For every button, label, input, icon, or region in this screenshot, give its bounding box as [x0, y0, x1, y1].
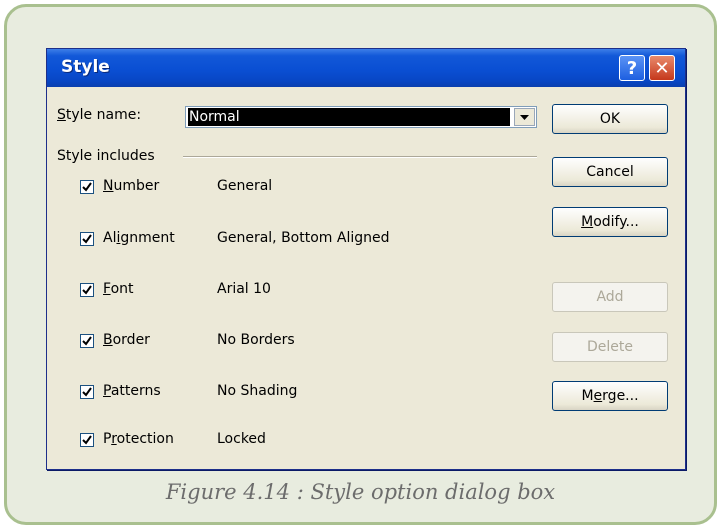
checkmark-icon: [82, 387, 92, 397]
patterns-checkbox[interactable]: [80, 385, 94, 399]
close-button[interactable]: ✕: [649, 55, 675, 81]
style-dialog: Style ? ✕ Style name: Normal Style inclu…: [46, 48, 686, 470]
patterns-rest: atterns: [110, 383, 161, 399]
ok-button[interactable]: OK: [552, 104, 668, 134]
font-checkbox[interactable]: [80, 283, 94, 297]
checkmark-icon: [82, 285, 92, 295]
delete-label: Delete: [587, 339, 633, 355]
merge-pre: M: [581, 388, 594, 404]
font-accel: F: [103, 281, 111, 297]
font-label: Font: [103, 281, 134, 297]
modify-rest: odify...: [593, 214, 639, 230]
protection-rest: otection: [116, 431, 174, 447]
border-rest: order: [112, 332, 150, 348]
cancel-label: Cancel: [586, 164, 634, 180]
alignment-checkbox[interactable]: [80, 232, 94, 246]
border-accel: B: [103, 332, 113, 348]
font-rest: ont: [110, 281, 134, 297]
font-value: Arial 10: [217, 281, 271, 297]
protection-value: Locked: [217, 431, 266, 447]
cancel-button[interactable]: Cancel: [552, 157, 668, 187]
style-name-label: Style name:: [57, 107, 141, 123]
style-includes-heading: Style includes: [57, 148, 155, 164]
border-value: No Borders: [217, 332, 295, 348]
style-name-label-rest: tyle name:: [65, 107, 142, 123]
patterns-accel: P: [103, 383, 111, 399]
border-label: Border: [103, 332, 150, 348]
add-label: Add: [596, 289, 624, 305]
group-divider: [183, 156, 537, 158]
number-checkbox[interactable]: [80, 180, 94, 194]
merge-rest: rge...: [602, 388, 639, 404]
number-rest: umber: [113, 178, 160, 194]
delete-button[interactable]: Delete: [552, 332, 668, 362]
number-label: Number: [103, 178, 159, 194]
alignment-label: Alignment: [103, 230, 175, 246]
checkmark-icon: [82, 182, 92, 192]
protection-label: Protection: [103, 431, 174, 447]
checkmark-icon: [82, 435, 92, 445]
dialog-title: Style: [61, 57, 110, 77]
chevron-down-icon: [520, 114, 529, 120]
number-accel: N: [103, 178, 114, 194]
merge-accel: e: [593, 388, 603, 404]
protection-pre: P: [103, 431, 112, 447]
patterns-label: Patterns: [103, 383, 161, 399]
help-button[interactable]: ?: [619, 55, 645, 81]
protection-checkbox[interactable]: [80, 433, 94, 447]
close-icon: ✕: [654, 57, 670, 79]
style-name-combobox[interactable]: Normal: [185, 106, 537, 128]
checkmark-icon: [82, 234, 92, 244]
style-name-value[interactable]: Normal: [188, 108, 510, 126]
merge-button[interactable]: Me rge...: [552, 381, 668, 411]
modify-button[interactable]: Modify...: [552, 207, 668, 237]
ok-label: OK: [599, 111, 621, 127]
add-button[interactable]: Add: [552, 282, 668, 312]
alignment-rest: gnment: [120, 230, 175, 246]
number-value: General: [217, 178, 273, 194]
dropdown-button[interactable]: [514, 108, 535, 126]
style-name-accel: S: [57, 107, 66, 123]
title-bar[interactable]: Style ? ✕: [47, 49, 685, 87]
alignment-pre: Al: [103, 230, 117, 246]
alignment-value: General, Bottom Aligned: [217, 230, 390, 246]
checkmark-icon: [82, 336, 92, 346]
modify-accel: M: [581, 214, 594, 230]
figure-caption: Figure 4.14 : Style option dialog box: [165, 480, 556, 504]
help-icon: ?: [626, 57, 638, 79]
patterns-value: No Shading: [217, 383, 298, 399]
border-checkbox[interactable]: [80, 334, 94, 348]
